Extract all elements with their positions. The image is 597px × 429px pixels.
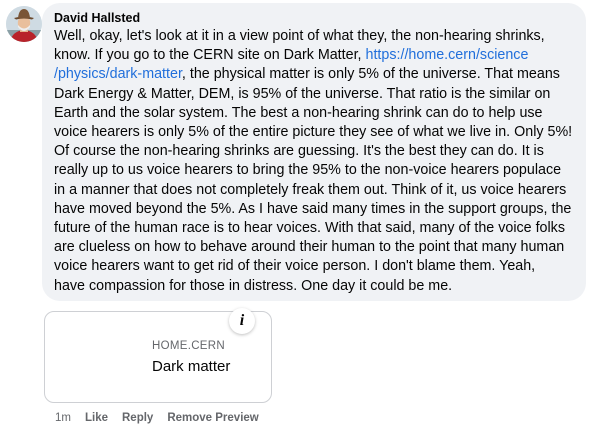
comment-line: , the physical matter is only 5% of the … <box>181 66 560 83</box>
comment-line: future of the human race is to hear voic… <box>54 220 565 237</box>
comment-line: have compassion for those in distress. O… <box>54 277 453 294</box>
comment-line: in a manner that does not completely fre… <box>54 181 567 198</box>
avatar[interactable] <box>6 6 42 42</box>
comment-author[interactable]: David Hallsted <box>54 10 574 26</box>
avatar-image <box>6 6 42 42</box>
comment-line: know. If you go to the CERN site on Dark… <box>54 47 366 64</box>
preview-domain: HOME.CERN <box>152 340 225 352</box>
comment-line: voice hearers want to get rid of their v… <box>54 258 536 275</box>
timestamp[interactable]: 1m <box>55 412 71 424</box>
remove-preview-button[interactable]: Remove Preview <box>167 412 258 424</box>
comment-line: Dark Energy & Matter, DEM, is 95% of the… <box>54 85 551 102</box>
comment-actions: 1m Like Reply Remove Preview <box>55 410 273 426</box>
comment-line: really up to us voice hearers to bring t… <box>54 162 562 179</box>
comment-line: Of course the non-hearing shrinks are gu… <box>54 143 544 160</box>
comment-line: Well, okay, let's look at it in a view p… <box>54 28 545 44</box>
like-button[interactable]: Like <box>85 412 108 424</box>
comment-thread: David Hallsted Well, okay, let's look at… <box>0 0 597 429</box>
info-button[interactable]: i <box>229 308 255 334</box>
comment-bubble: David Hallsted Well, okay, let's look at… <box>42 3 586 301</box>
comment-line: have moved beyond the 5%. As I have said… <box>54 200 572 217</box>
comment-line: voice hearers is only 5% of the entire p… <box>54 124 573 141</box>
reply-button[interactable]: Reply <box>122 412 153 424</box>
preview-title[interactable]: Dark matter <box>152 358 230 375</box>
info-icon: i <box>239 312 245 329</box>
link-text[interactable]: /physics/dark-matter <box>54 66 182 82</box>
comment-line: are clueless on how to behave around the… <box>54 239 565 256</box>
comment-text: Well, okay, let's look at it in a view p… <box>54 27 574 296</box>
link-text[interactable]: https://home.cern/science <box>366 47 529 63</box>
comment-line: Earth and the solar system. The best a n… <box>54 104 543 121</box>
